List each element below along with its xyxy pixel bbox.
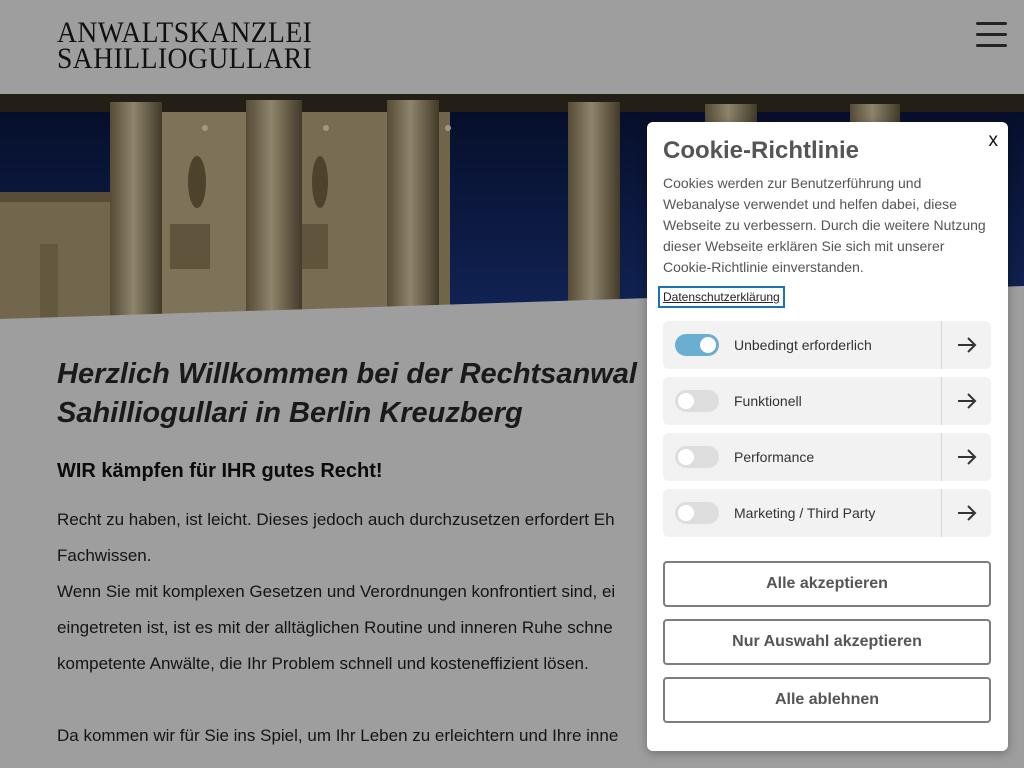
category-label: Marketing / Third Party bbox=[734, 505, 876, 521]
cookie-category-necessary: Unbedingt erforderlich bbox=[663, 321, 991, 369]
toggle-performance[interactable] bbox=[675, 446, 719, 468]
toggle-marketing[interactable] bbox=[675, 502, 719, 524]
accept-all-button[interactable]: Alle akzeptieren bbox=[663, 561, 991, 607]
cookie-description: Cookies werden zur Benutzerführung und W… bbox=[663, 175, 986, 275]
cookie-category-marketing: Marketing / Third Party bbox=[663, 489, 991, 537]
toggle-necessary[interactable] bbox=[675, 334, 719, 356]
toggle-functional[interactable] bbox=[675, 390, 719, 412]
cookie-category-performance: Performance bbox=[663, 433, 991, 481]
close-icon[interactable]: x bbox=[989, 130, 999, 152]
accept-selection-button[interactable]: Nur Auswahl akzeptieren bbox=[663, 619, 991, 665]
category-label: Funktionell bbox=[734, 393, 802, 409]
cookie-title: Cookie-Richtlinie bbox=[663, 137, 860, 164]
reject-all-button[interactable]: Alle ablehnen bbox=[663, 677, 991, 723]
category-label: Unbedingt erforderlich bbox=[734, 337, 872, 353]
privacy-policy-link[interactable]: Datenschutzerklärung bbox=[658, 286, 785, 308]
arrow-right-icon[interactable] bbox=[941, 489, 991, 537]
arrow-right-icon[interactable] bbox=[941, 377, 991, 425]
arrow-right-icon[interactable] bbox=[941, 321, 991, 369]
arrow-right-icon[interactable] bbox=[941, 433, 991, 481]
category-label: Performance bbox=[734, 449, 815, 465]
cookie-category-functional: Funktionell bbox=[663, 377, 991, 425]
cookie-dialog: x Cookie-Richtlinie Cookies werden zur B… bbox=[647, 122, 1008, 751]
